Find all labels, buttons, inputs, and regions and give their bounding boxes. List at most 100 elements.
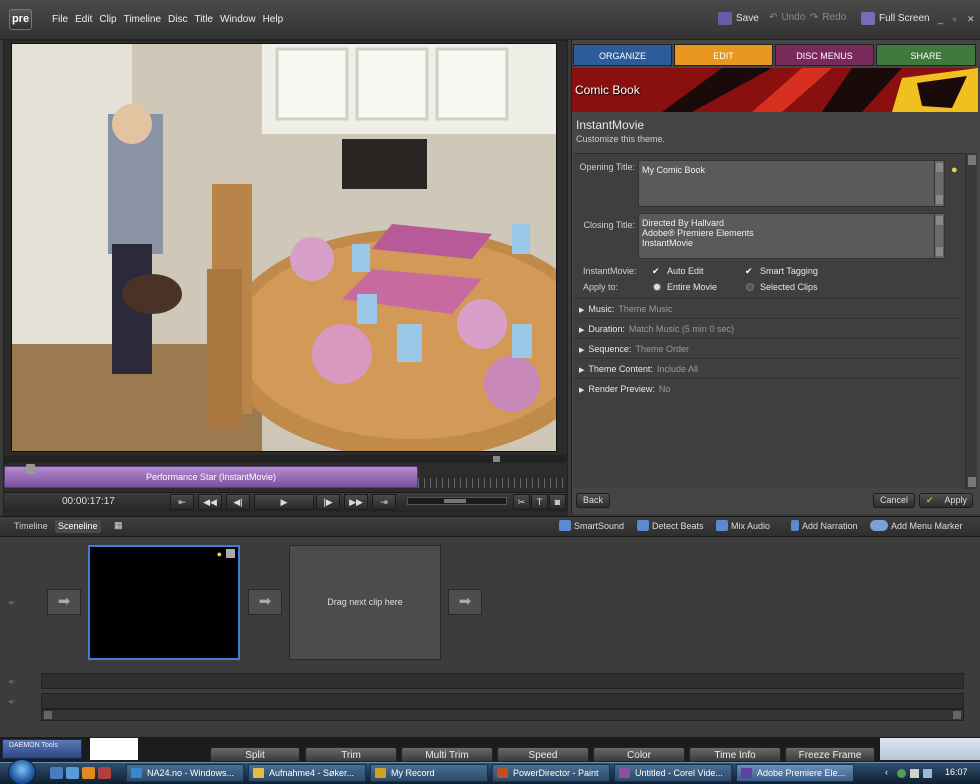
tip-bulb-icon[interactable]: ● xyxy=(951,164,958,176)
taskbar-item[interactable]: Untitled - Corel Vide... xyxy=(614,764,732,782)
taskbar-item[interactable]: Aufnahme4 - Søker... xyxy=(248,764,366,782)
tray-chevron-icon[interactable]: ‹ xyxy=(885,767,888,777)
narration-track[interactable] xyxy=(41,673,964,689)
menu-file[interactable]: File xyxy=(52,14,68,25)
close-button[interactable]: ✕ xyxy=(967,14,975,25)
show-desktop-icon[interactable] xyxy=(50,767,63,779)
drop-zone[interactable]: Drag next clip here xyxy=(289,545,441,660)
quick-launch-icon[interactable] xyxy=(98,767,111,779)
taskbar-item[interactable]: NA24.no - Windows... xyxy=(126,764,244,782)
opening-title-field[interactable]: My Comic Book xyxy=(638,160,945,207)
add-narration-button[interactable]: Add Narration xyxy=(791,520,858,531)
tab-edit[interactable]: EDIT xyxy=(674,44,773,66)
panel-scrollbar[interactable] xyxy=(965,153,977,489)
smart-tagging-checkbox[interactable]: ✔ Smart Tagging xyxy=(745,266,818,276)
cancel-button[interactable]: Cancel xyxy=(873,493,915,508)
mix-audio-button[interactable]: Mix Audio xyxy=(716,520,770,531)
save-button[interactable]: Save xyxy=(718,12,759,25)
closing-title-scrollbar[interactable] xyxy=(934,214,943,258)
menu-window[interactable]: Window xyxy=(220,14,256,25)
apply-to-label: Apply to: xyxy=(583,282,619,292)
tab-sceneline[interactable]: Sceneline xyxy=(55,520,101,533)
daemon-tools-gadget[interactable]: DAEMON Tools xyxy=(2,739,82,759)
tab-share[interactable]: SHARE xyxy=(876,44,976,66)
step-back-icon[interactable]: ◀| xyxy=(226,494,250,510)
tab-organize[interactable]: ORGANIZE xyxy=(573,44,672,66)
zoom-slider-thumb[interactable] xyxy=(444,499,466,503)
section-render-preview[interactable]: ▶ Render Preview: No xyxy=(579,384,670,394)
edit-tab-freeze-frame[interactable]: Freeze Frame xyxy=(785,747,875,762)
tab-timeline[interactable]: Timeline xyxy=(11,520,51,533)
sceneline-scrollbar[interactable] xyxy=(41,709,964,721)
scene-clip-thumbnail[interactable]: ● xyxy=(88,545,240,660)
media-player-icon[interactable] xyxy=(82,767,95,779)
add-menu-marker-button[interactable]: Add Menu Marker xyxy=(870,520,963,531)
step-forward-icon[interactable]: |▶ xyxy=(316,494,340,510)
rewind-icon[interactable]: ◀◀ xyxy=(198,494,222,510)
go-to-start-icon[interactable]: ⇤ xyxy=(170,494,194,510)
opening-title-scrollbar[interactable] xyxy=(934,161,943,206)
section-theme-content[interactable]: ▶ Theme Content: Include All xyxy=(579,364,698,374)
play-icon[interactable]: ▶ xyxy=(254,494,314,510)
volume-icon[interactable] xyxy=(923,769,932,778)
edit-tab-speed[interactable]: Speed xyxy=(497,747,589,762)
theme-name: InstantMovie xyxy=(576,118,645,132)
instantmovie-clip-bar[interactable]: Performance Star (InstantMovie) xyxy=(4,466,418,488)
theme-subtitle: Customize this theme. xyxy=(576,134,666,144)
go-to-end-icon[interactable]: ⇥ xyxy=(372,494,396,510)
undo-button[interactable]: ↶ Undo xyxy=(769,12,805,23)
back-button[interactable]: Back xyxy=(576,493,610,508)
camera-snapshot-icon[interactable]: ◙ xyxy=(549,494,566,510)
apply-button[interactable]: ✔ Apply xyxy=(919,493,973,508)
zoom-slider[interactable] xyxy=(407,497,507,505)
minimize-button[interactable]: _ xyxy=(938,14,943,24)
playhead-handle[interactable] xyxy=(26,464,35,474)
menu-edit[interactable]: Edit xyxy=(75,14,92,25)
menu-clip[interactable]: Clip xyxy=(99,14,116,25)
folder-icon xyxy=(375,768,386,778)
split-scissors-icon[interactable]: ✂ xyxy=(513,494,530,510)
ie-icon xyxy=(131,768,142,778)
auto-edit-checkbox[interactable]: ✔ Auto Edit xyxy=(652,266,704,276)
taskbar-item-active[interactable]: Adobe Premiere Ele... xyxy=(736,764,854,782)
edit-tab-trim[interactable]: Trim xyxy=(305,747,397,762)
selected-clips-radio[interactable]: Selected Clips xyxy=(746,282,818,292)
transition-slot-arrow-icon[interactable]: ➡ xyxy=(448,589,482,615)
fast-forward-icon[interactable]: ▶▶ xyxy=(344,494,368,510)
microphone-icon xyxy=(791,520,799,531)
section-music[interactable]: ▶ Music: Theme Music xyxy=(579,304,672,314)
edit-tab-time-info[interactable]: Time Info xyxy=(689,747,781,762)
menu-help[interactable]: Help xyxy=(263,14,284,25)
detect-beats-button[interactable]: Detect Beats xyxy=(637,520,704,531)
tray-icon[interactable] xyxy=(910,769,919,778)
transition-slot-arrow-icon[interactable]: ➡ xyxy=(248,589,282,615)
tray-icon[interactable] xyxy=(897,769,906,778)
clock[interactable]: 16:07 xyxy=(945,767,968,777)
start-orb-icon[interactable] xyxy=(8,759,36,784)
edit-tab-split[interactable]: Split xyxy=(210,747,300,762)
section-duration[interactable]: ▶ Duration: Match Music (5 min 0 sec) xyxy=(579,324,734,334)
switch-windows-icon[interactable] xyxy=(66,767,79,779)
preview-scrollbar[interactable] xyxy=(4,455,566,463)
redo-button[interactable]: ↷ Redo xyxy=(810,12,846,23)
transition-slot-arrow-icon[interactable]: ➡ xyxy=(47,589,81,615)
add-text-icon[interactable]: T xyxy=(531,494,548,510)
entire-movie-radio[interactable]: Entire Movie xyxy=(653,282,717,292)
edit-tab-color[interactable]: Color xyxy=(593,747,685,762)
fullscreen-button[interactable]: Full Screen xyxy=(861,12,930,25)
scroll-thumb[interactable] xyxy=(493,456,500,462)
edit-tab-multi-trim[interactable]: Multi Trim xyxy=(401,747,493,762)
section-sequence[interactable]: ▶ Sequence: Theme Order xyxy=(579,344,689,354)
taskbar-item[interactable]: PowerDirector - Paint xyxy=(492,764,610,782)
menu-disc[interactable]: Disc xyxy=(168,14,187,25)
properties-icon[interactable]: ▦ xyxy=(114,520,123,531)
video-preview[interactable] xyxy=(11,43,557,452)
menu-timeline[interactable]: Timeline xyxy=(124,14,161,25)
soundtrack-track[interactable] xyxy=(41,693,964,709)
closing-title-field[interactable]: Directed By Hallvard Adobe® Premiere Ele… xyxy=(638,213,945,259)
taskbar-item[interactable]: My Record xyxy=(370,764,488,782)
smartsound-button[interactable]: SmartSound xyxy=(559,520,624,531)
tab-disc-menus[interactable]: DISC MENUS xyxy=(775,44,874,66)
menu-title[interactable]: Title xyxy=(194,14,213,25)
maximize-button[interactable]: ▫ xyxy=(953,14,956,24)
